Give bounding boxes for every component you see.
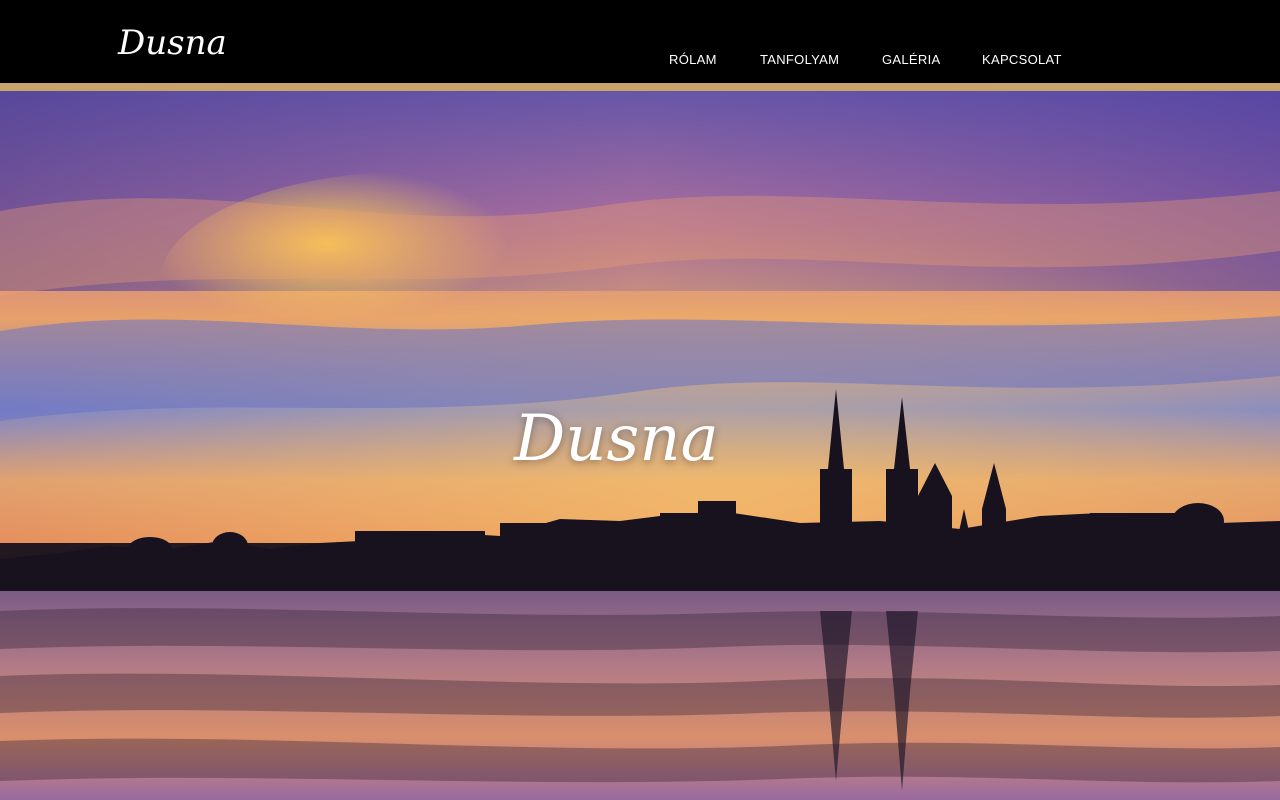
hero-banner: Dusna xyxy=(0,91,1280,800)
hero-logo-title: Dusna xyxy=(514,402,719,476)
nav-item-galeria[interactable]: GALÉRIA xyxy=(882,52,940,67)
main-nav: RÓLAM TANFOLYAM GALÉRIA KAPCSOLAT xyxy=(0,52,1280,68)
header-accent-line xyxy=(0,83,1280,91)
nav-item-kapcsolat[interactable]: KAPCSOLAT xyxy=(982,52,1062,67)
nav-item-rolam[interactable]: RÓLAM xyxy=(669,52,717,67)
nav-item-tanfolyam[interactable]: TANFOLYAM xyxy=(760,52,839,67)
site-header: Dusna RÓLAM TANFOLYAM GALÉRIA KAPCSOLAT xyxy=(0,0,1280,83)
